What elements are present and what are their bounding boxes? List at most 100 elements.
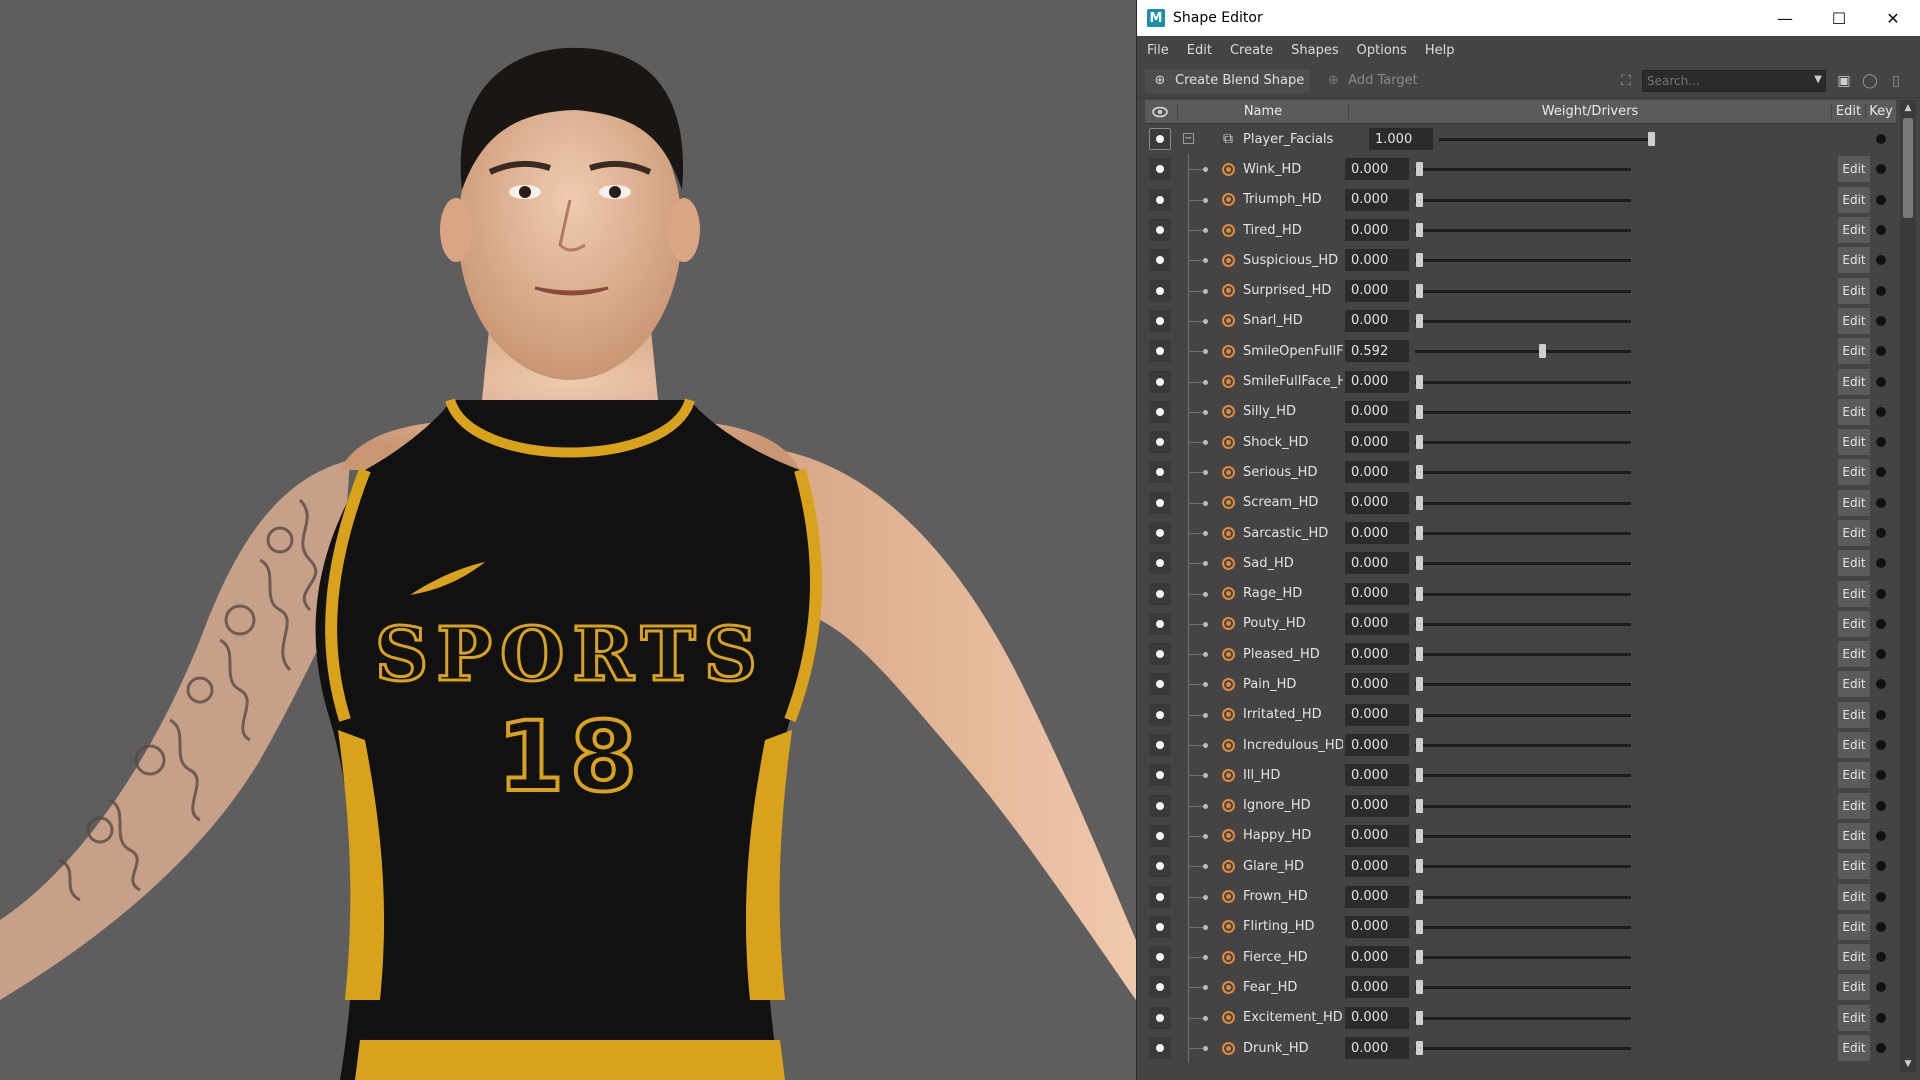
edit-button[interactable]: Edit xyxy=(1838,398,1870,425)
key-button[interactable] xyxy=(1876,225,1886,236)
weight-value-field[interactable]: 0.000 xyxy=(1345,915,1409,938)
visibility-toggle[interactable] xyxy=(1149,552,1171,575)
key-button[interactable] xyxy=(1876,406,1886,417)
target-row[interactable]: Fear_HD 0.000 Edit xyxy=(1145,972,1896,1003)
key-button[interactable] xyxy=(1876,618,1886,629)
target-row[interactable]: Silly_HD 0.000 Edit xyxy=(1145,396,1896,427)
target-name[interactable]: Pain_HD xyxy=(1243,677,1343,692)
key-button[interactable] xyxy=(1876,709,1886,720)
weight-slider[interactable] xyxy=(1415,976,1631,998)
visibility-toggle[interactable] xyxy=(1149,582,1171,605)
weight-slider[interactable] xyxy=(1415,158,1631,180)
visibility-toggle[interactable] xyxy=(1149,764,1171,787)
weight-value-field[interactable]: 0.000 xyxy=(1345,612,1409,635)
blend-shape-node-row[interactable]: − ⧉ Player_Facials 1.000 xyxy=(1145,124,1896,154)
visibility-toggle[interactable] xyxy=(1149,128,1171,151)
weight-slider[interactable] xyxy=(1415,219,1631,241)
slider-handle[interactable] xyxy=(1416,1010,1423,1025)
weight-value-field[interactable]: 0.000 xyxy=(1345,764,1409,787)
menu-file[interactable]: File xyxy=(1147,43,1169,58)
visibility-toggle[interactable] xyxy=(1149,946,1171,969)
target-row[interactable]: SmileOpenFullFa 0.592 Edit xyxy=(1145,336,1896,367)
weight-slider[interactable] xyxy=(1415,249,1631,271)
target-name[interactable]: Excitement_HD xyxy=(1243,1010,1343,1025)
target-name[interactable]: Happy_HD xyxy=(1243,828,1343,843)
3d-viewport[interactable]: SPORTS 18 xyxy=(0,0,1136,1080)
slider-handle[interactable] xyxy=(1416,374,1423,389)
weight-slider[interactable] xyxy=(1415,461,1631,483)
weight-value-field[interactable]: 0.000 xyxy=(1345,400,1409,423)
visibility-toggle[interactable] xyxy=(1149,915,1171,938)
menu-help[interactable]: Help xyxy=(1425,43,1455,58)
key-button[interactable] xyxy=(1876,285,1886,296)
slider-handle[interactable] xyxy=(1416,465,1423,480)
target-name[interactable]: Incredulous_HD xyxy=(1243,738,1343,753)
weight-slider[interactable] xyxy=(1415,522,1631,544)
visibility-eye-icon[interactable] xyxy=(1145,106,1175,118)
title-bar[interactable]: M Shape Editor — ☐ ✕ xyxy=(1137,0,1920,36)
target-name[interactable]: Fear_HD xyxy=(1243,980,1343,995)
visibility-toggle[interactable] xyxy=(1149,400,1171,423)
slider-handle[interactable] xyxy=(1416,950,1423,965)
key-button[interactable] xyxy=(1876,164,1886,175)
slider-handle[interactable] xyxy=(1416,677,1423,692)
slider-handle[interactable] xyxy=(1416,980,1423,995)
visibility-toggle[interactable] xyxy=(1149,309,1171,332)
edit-button[interactable]: Edit xyxy=(1838,822,1870,849)
node-name[interactable]: Player_Facials xyxy=(1243,132,1367,147)
key-button[interactable] xyxy=(1876,376,1886,387)
scroll-up-icon[interactable]: ▲ xyxy=(1900,100,1916,116)
target-name[interactable]: Sad_HD xyxy=(1243,556,1343,571)
edit-button[interactable]: Edit xyxy=(1838,217,1870,244)
weight-slider[interactable] xyxy=(1415,613,1631,635)
weight-value-field[interactable]: 0.000 xyxy=(1345,885,1409,908)
weight-slider[interactable] xyxy=(1415,431,1631,453)
target-name[interactable]: Ignore_HD xyxy=(1243,798,1343,813)
edit-button[interactable]: Edit xyxy=(1838,338,1870,365)
edit-button[interactable]: Edit xyxy=(1838,913,1870,940)
slider-handle[interactable] xyxy=(1416,283,1423,298)
weight-value-field[interactable]: 0.000 xyxy=(1345,522,1409,544)
visibility-toggle[interactable] xyxy=(1149,885,1171,908)
slider-handle[interactable] xyxy=(1416,1041,1423,1056)
slider-handle[interactable] xyxy=(1416,253,1423,268)
target-row[interactable]: Fierce_HD 0.000 Edit xyxy=(1145,942,1896,973)
target-row[interactable]: Ill_HD 0.000 Edit xyxy=(1145,760,1896,791)
slider-handle[interactable] xyxy=(1416,404,1423,419)
slider-handle[interactable] xyxy=(1416,495,1423,510)
weight-slider[interactable] xyxy=(1415,552,1631,574)
search-dropdown-icon[interactable]: ▼ xyxy=(1814,74,1822,85)
visibility-toggle[interactable] xyxy=(1149,643,1171,666)
slider-handle[interactable] xyxy=(1416,919,1423,934)
visibility-toggle[interactable] xyxy=(1149,158,1171,181)
slider-handle[interactable] xyxy=(1416,526,1423,540)
weight-value-field[interactable]: 0.000 xyxy=(1345,582,1409,605)
visibility-toggle[interactable] xyxy=(1149,249,1171,272)
target-row[interactable]: Glare_HD 0.000 Edit xyxy=(1145,851,1896,882)
weight-slider[interactable] xyxy=(1415,825,1631,847)
key-button[interactable] xyxy=(1876,861,1886,872)
weight-value-field[interactable]: 0.000 xyxy=(1345,855,1409,878)
target-name[interactable]: Pouty_HD xyxy=(1243,616,1343,631)
target-row[interactable]: SmileFullFace_H 0.000 Edit xyxy=(1145,366,1896,397)
create-blend-shape-button[interactable]: ⊕ Create Blend Shape xyxy=(1145,68,1311,93)
key-button[interactable] xyxy=(1876,255,1886,266)
visibility-toggle[interactable] xyxy=(1149,522,1171,544)
edit-button[interactable]: Edit xyxy=(1838,944,1870,971)
key-button[interactable] xyxy=(1876,346,1886,357)
slider-handle[interactable] xyxy=(1416,162,1423,177)
visibility-toggle[interactable] xyxy=(1149,1037,1171,1060)
weight-value-field[interactable]: 0.000 xyxy=(1345,643,1409,666)
target-row[interactable]: Surprised_HD 0.000 Edit xyxy=(1145,275,1896,306)
weight-value-field[interactable]: 0.000 xyxy=(1345,552,1409,575)
slider-handle[interactable] xyxy=(1416,738,1423,753)
slider-handle[interactable] xyxy=(1416,313,1423,328)
target-row[interactable]: Pain_HD 0.000 Edit xyxy=(1145,669,1896,700)
visibility-toggle[interactable] xyxy=(1149,703,1171,726)
visibility-toggle[interactable] xyxy=(1149,188,1171,211)
target-row[interactable]: Sad_HD 0.000 Edit xyxy=(1145,548,1896,579)
slider-handle[interactable] xyxy=(1416,616,1423,631)
weight-value-field[interactable]: 0.000 xyxy=(1345,1037,1409,1060)
key-button[interactable] xyxy=(1876,134,1886,145)
weight-value-field[interactable]: 0.000 xyxy=(1345,249,1409,272)
